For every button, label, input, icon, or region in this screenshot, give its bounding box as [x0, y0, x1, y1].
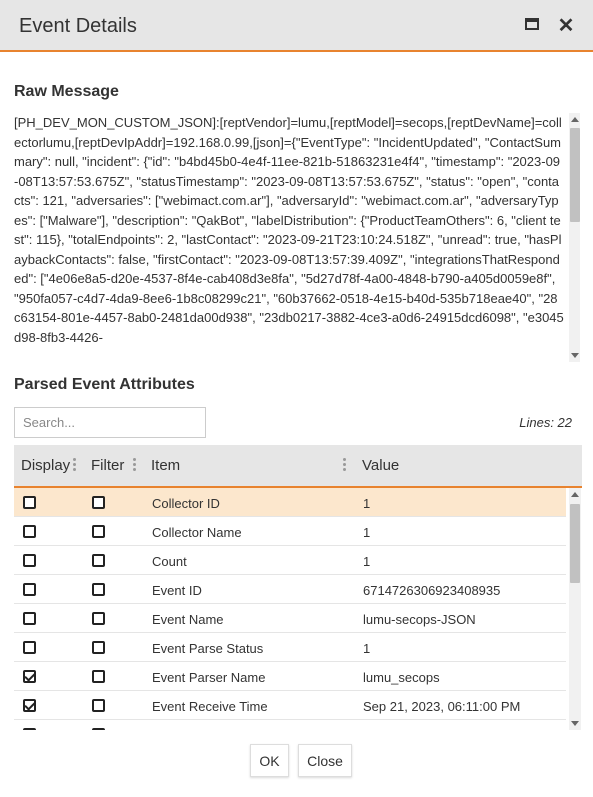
raw-message-text: [PH_DEV_MON_CUSTOM_JSON]:[reptVendor]=lu…: [14, 115, 564, 345]
filter-checkbox[interactable]: [92, 641, 105, 654]
table-row[interactable]: Count 1: [14, 546, 566, 575]
scrollbar-thumb[interactable]: [570, 504, 580, 583]
column-menu-icon[interactable]: [73, 458, 77, 473]
grid-body: Collector ID 1 Collector Name 1 Count 1 Event …: [14, 488, 582, 730]
filter-checkbox[interactable]: [92, 728, 105, 730]
item-cell: Event Parse Status: [152, 641, 264, 656]
table-row[interactable]: Event Name lumu-secops-JSON: [14, 604, 566, 633]
value-cell: 1: [363, 496, 371, 511]
lines-count: Lines: 22: [519, 415, 572, 430]
column-menu-icon[interactable]: [343, 458, 347, 473]
scroll-down-icon[interactable]: [571, 721, 579, 726]
display-checkbox[interactable]: [23, 699, 36, 712]
table-row[interactable]: Collector Name 1: [14, 517, 566, 546]
close-icon[interactable]: ✕: [556, 16, 576, 36]
scroll-up-icon[interactable]: [571, 117, 579, 122]
column-header-display[interactable]: Display: [21, 457, 70, 474]
scroll-up-icon[interactable]: [571, 492, 579, 497]
dialog-titlebar: Event Details ✕: [0, 0, 593, 52]
display-checkbox[interactable]: [23, 641, 36, 654]
window-maximize-icon[interactable]: [523, 15, 543, 35]
value-cell: lumu-secops-JSON: [363, 612, 476, 627]
table-row[interactable]: Event Parse Status 1: [14, 633, 566, 662]
item-cell: Event Parser Name: [152, 670, 266, 685]
display-checkbox[interactable]: [23, 612, 36, 625]
filter-checkbox[interactable]: [92, 554, 105, 567]
display-checkbox[interactable]: [23, 670, 36, 683]
table-row[interactable]: Collector ID 1: [14, 488, 566, 517]
ok-button[interactable]: OK: [250, 744, 289, 777]
filter-checkbox[interactable]: [92, 612, 105, 625]
item-cell: Count: [152, 554, 187, 569]
table-row[interactable]: Event Parser Name lumu_secops: [14, 662, 566, 691]
grid-scrollbar[interactable]: [569, 488, 581, 730]
value-cell: Sep 21, 2023, 06:11:00 PM: [363, 699, 521, 714]
raw-message-heading: Raw Message: [14, 83, 119, 100]
raw-message-box[interactable]: [PH_DEV_MON_CUSTOM_JSON]:[reptVendor]=lu…: [14, 113, 580, 362]
value-cell: 1: [363, 641, 371, 656]
filter-checkbox[interactable]: [92, 699, 105, 712]
display-checkbox[interactable]: [23, 496, 36, 509]
column-header-filter[interactable]: Filter: [91, 457, 124, 474]
item-cell: Event Name: [152, 612, 224, 627]
display-checkbox[interactable]: [23, 728, 36, 730]
parsed-attributes-heading: Parsed Event Attributes: [14, 376, 195, 393]
table-row[interactable]: [14, 720, 566, 730]
display-checkbox[interactable]: [23, 525, 36, 538]
close-button[interactable]: Close: [298, 744, 352, 777]
display-checkbox[interactable]: [23, 583, 36, 596]
raw-message-scrollbar[interactable]: [569, 113, 580, 362]
column-header-value[interactable]: Value: [362, 457, 399, 474]
value-cell: lumu_secops: [363, 670, 440, 685]
value-cell: 6714726306923408935: [363, 583, 501, 598]
item-cell: Event Receive Time: [152, 699, 268, 714]
table-row[interactable]: Event Receive Time Sep 21, 2023, 06:11:00…: [14, 691, 566, 720]
scroll-down-icon[interactable]: [571, 353, 579, 358]
value-cell: 1: [363, 554, 371, 569]
filter-checkbox[interactable]: [92, 583, 105, 596]
item-cell: Collector Name: [152, 525, 242, 540]
column-header-item[interactable]: Item: [151, 457, 180, 474]
search-input[interactable]: [14, 407, 206, 438]
value-cell: 1: [363, 525, 371, 540]
display-checkbox[interactable]: [23, 554, 36, 567]
scrollbar-thumb[interactable]: [570, 128, 580, 222]
column-menu-icon[interactable]: [133, 458, 137, 473]
filter-checkbox[interactable]: [92, 525, 105, 538]
dialog-title: Event Details: [19, 15, 137, 37]
filter-checkbox[interactable]: [92, 670, 105, 683]
table-row[interactable]: Event ID 6714726306923408935: [14, 575, 566, 604]
item-cell: Event ID: [152, 583, 202, 598]
item-cell: Collector ID: [152, 496, 220, 511]
filter-checkbox[interactable]: [92, 496, 105, 509]
grid-header: Display Filter Item Value: [14, 445, 582, 488]
